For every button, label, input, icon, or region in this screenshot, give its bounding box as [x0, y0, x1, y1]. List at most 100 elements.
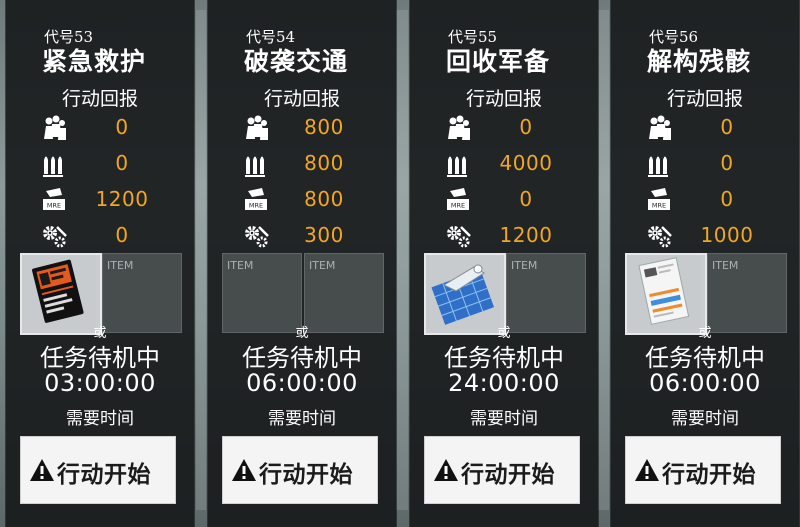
time-required-label: 需要时间 [470, 409, 538, 429]
parts-icon [648, 226, 672, 248]
start-mission-button[interactable]: 行动开始 [222, 436, 378, 504]
start-mission-button[interactable]: 行动开始 [20, 436, 176, 504]
item-slot-1[interactable]: ITEM [222, 253, 302, 333]
reward-manpower-value: 0 [720, 115, 734, 139]
manpower-icon [649, 115, 671, 140]
mission-time: 06:00:00 [649, 369, 761, 397]
reward-title: 行动回报 [61, 88, 138, 110]
reward-ammo-row: 800 [208, 149, 396, 179]
rations-icon: MRE [447, 188, 469, 210]
svg-text:MRE: MRE [652, 202, 666, 210]
reward-rations-value: 0 [720, 187, 734, 211]
reward-parts-value: 1200 [499, 223, 553, 247]
blueprint-item-icon [426, 255, 500, 329]
reward-title: 行动回报 [465, 88, 542, 110]
mission-card-56[interactable]: 代号56 解构残骸 行动回报 0 0 MRE 0 1000 ITEM 或 任务待… [611, 0, 799, 527]
background-panel [196, 10, 206, 510]
ammo-icon [648, 156, 668, 177]
reward-parts-row: 300 [208, 221, 396, 251]
reward-title: 行动回报 [263, 88, 340, 110]
reward-ammo-value: 800 [304, 151, 344, 175]
time-required-label: 需要时间 [66, 409, 134, 429]
rations-icon: MRE [245, 188, 267, 210]
start-mission-label: 行动开始 [57, 461, 151, 488]
item-slot-2[interactable]: ITEM [102, 253, 182, 333]
parts-icon [447, 226, 471, 248]
reward-manpower-row: 0 [611, 113, 799, 143]
reward-manpower-row: 0 [410, 113, 598, 143]
svg-text:MRE: MRE [249, 202, 263, 210]
mission-status: 任务待机中 [40, 344, 160, 372]
mission-name: 解构残骸 [647, 47, 752, 76]
reward-ammo-row: 4000 [410, 149, 598, 179]
reward-manpower-row: 0 [6, 113, 194, 143]
warning-icon [635, 459, 659, 481]
reward-rations-value: 1200 [95, 187, 149, 211]
reward-ammo-row: 0 [6, 149, 194, 179]
mission-card-53[interactable]: 代号53 紧急救护 行动回报 0 0 MRE 1200 0 ITEM 或 任务待… [6, 0, 194, 527]
reward-manpower-value: 0 [115, 115, 129, 139]
svg-text:MRE: MRE [451, 202, 465, 210]
item-placeholder-label: ITEM [511, 259, 538, 272]
manpower-icon [246, 115, 268, 140]
warning-icon [30, 459, 54, 481]
ammo-icon [43, 156, 63, 177]
reward-parts-row: 1200 [410, 221, 598, 251]
time-required-label: 需要时间 [268, 409, 336, 429]
manpower-icon [44, 115, 66, 140]
mission-name: 回收军备 [446, 47, 551, 76]
reward-ammo-value: 4000 [499, 151, 553, 175]
item-placeholder-label: ITEM [712, 259, 739, 272]
warning-icon [232, 459, 256, 481]
item-slot-2[interactable]: ITEM [506, 253, 586, 333]
mission-status: 任务待机中 [645, 344, 765, 372]
manpower-icon [448, 115, 470, 140]
ammo-icon [447, 156, 467, 177]
mission-status: 任务待机中 [242, 344, 362, 372]
item-slot-2[interactable]: ITEM [304, 253, 384, 333]
reward-ammo-value: 0 [720, 151, 734, 175]
item-placeholder-label: ITEM [227, 259, 254, 272]
reward-ammo-row: 0 [611, 149, 799, 179]
start-mission-label: 行动开始 [259, 461, 353, 488]
reward-rations-row: MRE 0 [410, 185, 598, 215]
start-mission-label: 行动开始 [662, 461, 756, 488]
reward-rations-row: MRE 0 [611, 185, 799, 215]
reward-rations-value: 800 [304, 187, 344, 211]
reward-parts-value: 300 [304, 223, 344, 247]
mission-name: 破袭交通 [244, 47, 349, 76]
mission-card-54[interactable]: 代号54 破袭交通 行动回报 800 800 MRE 800 300 ITEM … [208, 0, 396, 527]
background-panel [597, 10, 609, 510]
reward-parts-row: 1000 [611, 221, 799, 251]
mission-card-55[interactable]: 代号55 回收军备 行动回报 0 4000 MRE 0 1200 ITEM 或 … [410, 0, 598, 527]
parts-icon [245, 226, 269, 248]
reward-rations-row: MRE 1200 [6, 185, 194, 215]
start-mission-label: 行动开始 [461, 461, 555, 488]
mission-status: 任务待机中 [444, 344, 564, 372]
background-panel [396, 10, 408, 510]
item-slot-2[interactable]: ITEM [707, 253, 787, 333]
item-placeholder-label: ITEM [107, 259, 134, 272]
warning-icon [434, 459, 458, 481]
ammo-icon [245, 156, 265, 177]
reward-parts-value: 1000 [700, 223, 754, 247]
reward-manpower-row: 800 [208, 113, 396, 143]
svg-text:MRE: MRE [47, 202, 61, 210]
reward-parts-row: 0 [6, 221, 194, 251]
reward-ammo-value: 0 [115, 151, 129, 175]
contract-item-icon [627, 255, 701, 329]
time-required-label: 需要时间 [671, 409, 739, 429]
start-mission-button[interactable]: 行动开始 [625, 436, 781, 504]
reward-parts-value: 0 [115, 223, 129, 247]
mission-time: 06:00:00 [246, 369, 358, 397]
start-mission-button[interactable]: 行动开始 [424, 436, 580, 504]
mission-name: 紧急救护 [42, 47, 147, 76]
parts-icon [43, 226, 67, 248]
rations-icon: MRE [43, 188, 65, 210]
mission-time: 24:00:00 [448, 369, 560, 397]
reward-rations-row: MRE 800 [208, 185, 396, 215]
rations-icon: MRE [648, 188, 670, 210]
mission-time: 03:00:00 [44, 369, 156, 397]
reward-manpower-value: 800 [304, 115, 344, 139]
reward-title: 行动回报 [666, 88, 743, 110]
